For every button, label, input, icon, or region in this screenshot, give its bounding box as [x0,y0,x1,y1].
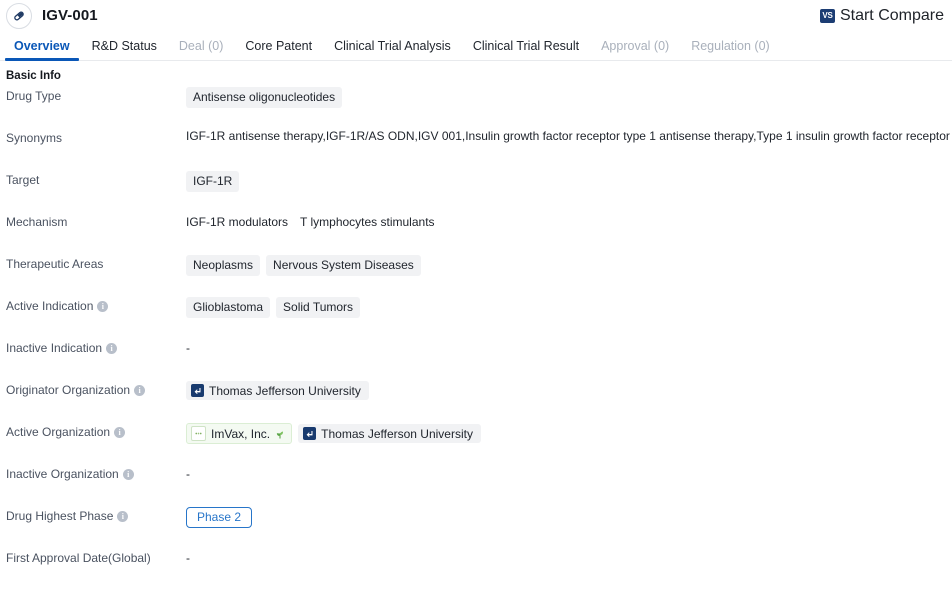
status-badge-phase[interactable]: Phase 2 [186,507,252,528]
tab-bar: Overview R&D Status Deal (0) Core Patent… [0,31,952,61]
row-value: Antisense oligonucleotides [186,86,952,108]
row-label: Target [6,170,186,189]
row-value: Thomas Jefferson University [186,380,952,400]
row-label-text: Drug Type [6,89,61,105]
row-label: Mechanism [6,212,186,231]
info-icon[interactable]: i [97,301,108,312]
overview-content: Basic Info Drug Type Antisense oligonucl… [0,61,952,590]
row-label-text: Target [6,173,39,189]
row-value: ImVax, Inc. Thomas Jefferson University [186,422,952,444]
row-label: Synonyms [6,128,186,147]
tag-active-indication[interactable]: Glioblastoma [186,297,270,318]
tab-approval[interactable]: Approval (0) [590,40,680,61]
row-label-text: Mechanism [6,215,67,231]
sprout-icon [275,429,285,439]
row-label-text: Therapeutic Areas [6,257,103,273]
row-inactive-indication: Inactive Indication i - [0,338,952,380]
row-label: Therapeutic Areas [6,254,186,273]
row-value: Neoplasms Nervous System Diseases [186,254,952,276]
imvax-logo-icon [191,426,206,441]
row-label: Originator Organization i [6,380,186,399]
org-name: Thomas Jefferson University [321,428,473,440]
section-title-basic-info: Basic Info [0,61,952,86]
row-first-approval-date: First Approval Date(Global) - [0,548,952,590]
tag-active-indication[interactable]: Solid Tumors [276,297,360,318]
org-name: ImVax, Inc. [211,428,270,440]
capsule-icon [6,3,32,29]
info-icon[interactable]: i [123,469,134,480]
row-label-text: Active Indication [6,299,93,315]
mechanism-list: IGF-1R modulators T lymphocytes stimulan… [186,213,435,229]
row-label-text: Synonyms [6,131,62,147]
tag-target[interactable]: IGF-1R [186,171,239,192]
start-compare-button[interactable]: VS Start Compare [820,7,944,25]
info-icon[interactable]: i [114,427,125,438]
tab-deal[interactable]: Deal (0) [168,40,234,61]
row-active-indication: Active Indication i Glioblastoma Solid T… [0,296,952,338]
row-label-text: Inactive Organization [6,467,119,483]
row-value: - [186,464,952,481]
row-label: First Approval Date(Global) [6,548,186,567]
org-tag-imvax[interactable]: ImVax, Inc. [186,423,292,444]
row-label: Inactive Organization i [6,464,186,483]
row-drug-type: Drug Type Antisense oligonucleotides [0,86,952,128]
info-icon[interactable]: i [106,343,117,354]
row-target: Target IGF-1R [0,170,952,212]
row-label-text: First Approval Date(Global) [6,551,151,567]
row-drug-highest-phase: Drug Highest Phase i Phase 2 [0,506,952,548]
tag-drug-type[interactable]: Antisense oligonucleotides [186,87,342,108]
tag-therapeutic-area[interactable]: Nervous System Diseases [266,255,421,276]
row-label-text: Originator Organization [6,383,130,399]
tab-overview[interactable]: Overview [3,40,81,61]
page-title: IGV-001 [42,7,98,24]
row-label: Drug Type [6,86,186,105]
empty-value: - [186,465,190,481]
mechanism-item: T lymphocytes stimulants [300,215,435,229]
row-value: Phase 2 [186,506,952,528]
synonyms-text: IGF-1R antisense therapy,IGF-1R/AS ODN,I… [186,129,952,143]
org-tag-thomas-jefferson-university[interactable]: Thomas Jefferson University [186,381,369,400]
start-compare-label: Start Compare [840,7,944,25]
tju-logo-icon [191,384,204,397]
row-value: IGF-1R antisense therapy,IGF-1R/AS ODN,I… [186,128,952,143]
info-icon[interactable]: i [134,385,145,396]
row-active-organization: Active Organization i ImVax, Inc. [0,422,952,464]
row-originator-organization: Originator Organization i Thomas Jeffers… [0,380,952,422]
row-inactive-organization: Inactive Organization i - [0,464,952,506]
row-label: Inactive Indication i [6,338,186,357]
org-name: Thomas Jefferson University [209,385,361,397]
row-label: Active Indication i [6,296,186,315]
row-label-text: Active Organization [6,425,110,441]
mechanism-item: IGF-1R modulators [186,215,288,229]
row-label: Drug Highest Phase i [6,506,186,525]
tab-clinical-trial-result[interactable]: Clinical Trial Result [462,40,590,61]
row-value: IGF-1R modulators T lymphocytes stimulan… [186,212,952,229]
tab-core-patent[interactable]: Core Patent [234,40,323,61]
tab-regulation[interactable]: Regulation (0) [680,40,781,61]
empty-value: - [186,339,190,355]
tab-clinical-trial-analysis[interactable]: Clinical Trial Analysis [323,40,462,61]
row-value: IGF-1R [186,170,952,192]
org-tag-thomas-jefferson-university[interactable]: Thomas Jefferson University [298,424,481,443]
vs-icon: VS [820,9,835,23]
tab-rd-status[interactable]: R&D Status [81,40,168,61]
info-icon[interactable]: i [117,511,128,522]
row-value: - [186,548,952,565]
tag-therapeutic-area[interactable]: Neoplasms [186,255,260,276]
row-label-text: Inactive Indication [6,341,102,357]
row-label: Active Organization i [6,422,186,441]
row-mechanism: Mechanism IGF-1R modulators T lymphocyte… [0,212,952,254]
row-synonyms: Synonyms IGF-1R antisense therapy,IGF-1R… [0,128,952,170]
page-header: IGV-001 VS Start Compare [0,0,952,31]
row-therapeutic-areas: Therapeutic Areas Neoplasms Nervous Syst… [0,254,952,296]
empty-value: - [186,549,190,565]
row-value: Glioblastoma Solid Tumors [186,296,952,318]
tju-logo-icon [303,427,316,440]
row-value: - [186,338,952,355]
row-label-text: Drug Highest Phase [6,509,113,525]
